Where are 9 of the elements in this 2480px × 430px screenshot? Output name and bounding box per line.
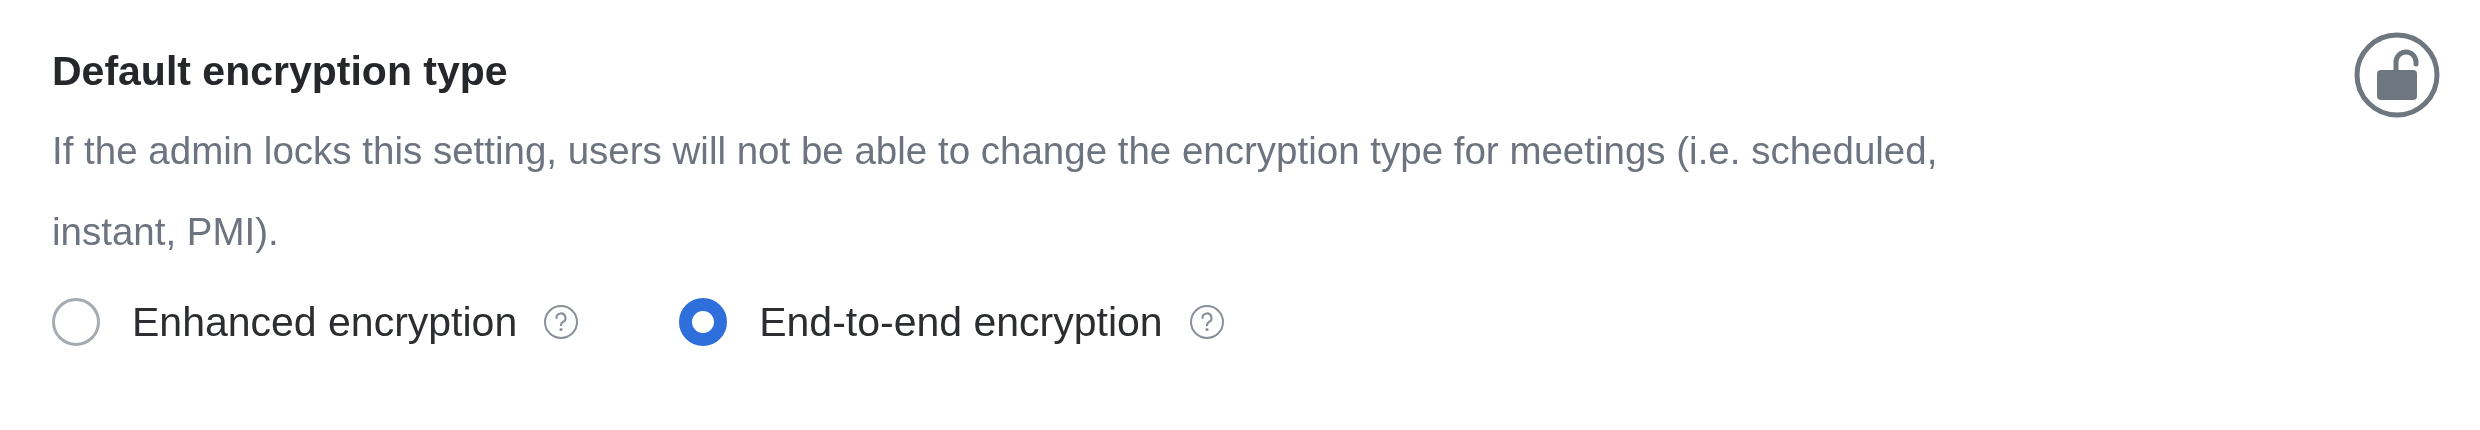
- option-label[interactable]: End-to-end encryption: [759, 294, 1163, 350]
- radio-button[interactable]: [52, 298, 100, 346]
- radio-button[interactable]: [679, 298, 728, 346]
- setting-title: Default encryption type: [52, 47, 509, 96]
- option-label[interactable]: Enhanced encryption: [132, 294, 518, 350]
- help-icon[interactable]: [543, 304, 580, 340]
- setting-description: If the admin locks this setting, users will not be able to change the encryption type for meetings (i.e. scheduled, instant, PMI).: [52, 128, 1939, 255]
- help-icon[interactable]: [1188, 304, 1225, 340]
- unlocked-padlock-icon[interactable]: [2354, 32, 2440, 118]
